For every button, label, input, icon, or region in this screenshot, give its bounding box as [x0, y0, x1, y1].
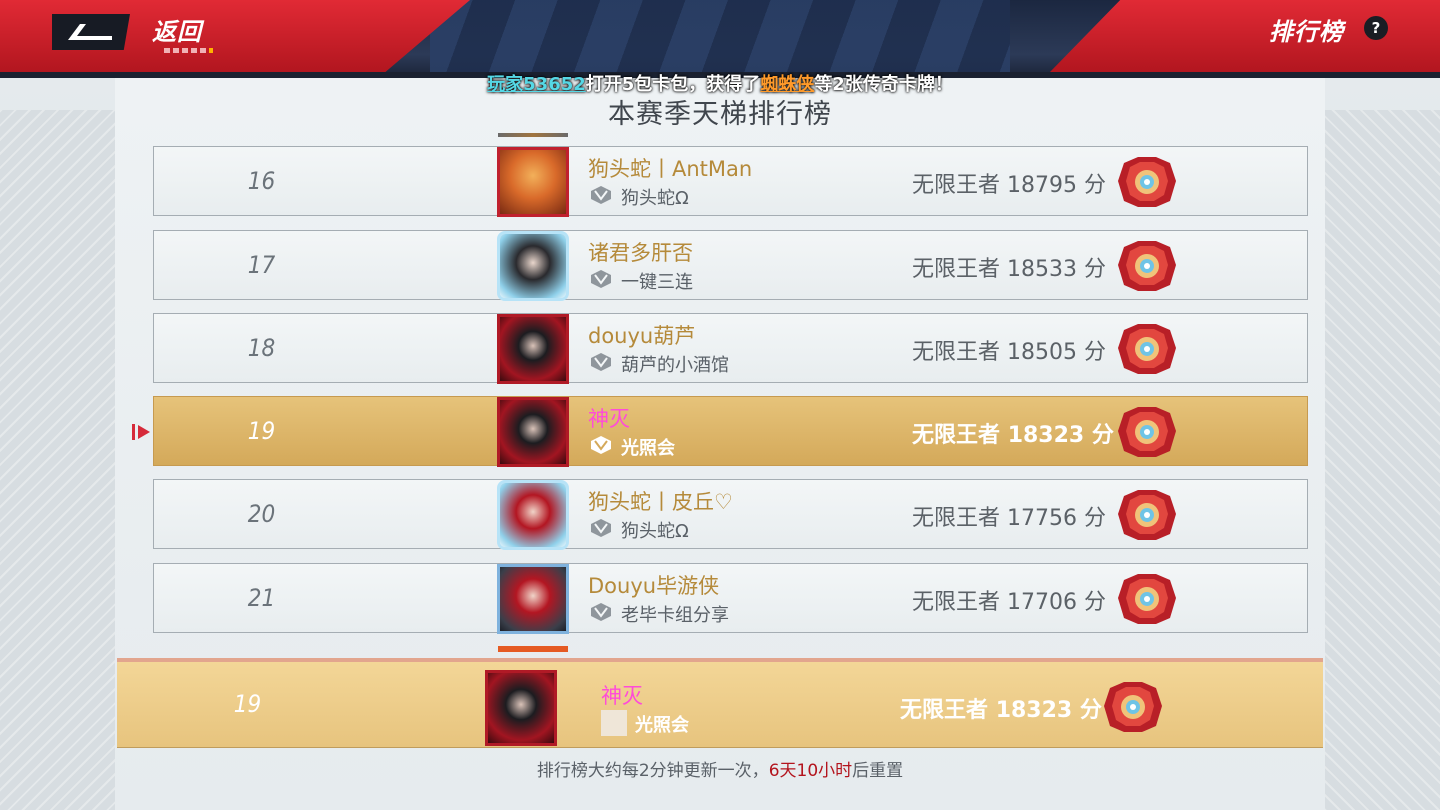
rank-tier: 无限王者 — [912, 173, 1001, 198]
infinite-king-rank-badge-icon — [1118, 407, 1176, 457]
rank-tier-and-score: 无限王者 17706 分 — [912, 584, 1106, 616]
section-title: 本赛季天梯排行榜 — [608, 99, 832, 130]
update-note: 排行榜大约每2分钟更新一次，6天10小时后重置 — [0, 756, 1440, 781]
rank-tier: 无限王者 — [912, 423, 1001, 448]
infinite-king-rank-badge-icon — [1118, 241, 1176, 291]
score-unit: 分 — [1084, 257, 1107, 282]
list-scroll-indicator-top — [498, 133, 568, 137]
leaderboard-row[interactable]: 17 诸君多肝否 一键三连 无限王者 18533 分 — [153, 230, 1308, 301]
player-name: 狗头蛇丨AntMan — [588, 157, 753, 181]
background-panel-right — [1310, 110, 1440, 810]
rank-score: 17756 — [1007, 506, 1078, 531]
rank-number: 17 — [247, 251, 276, 279]
top-bar-stripes — [430, 0, 1010, 72]
guild-name: 老毕卡组分享 — [621, 605, 729, 626]
guild-name: 光照会 — [621, 438, 675, 459]
rank-number: 19 — [247, 417, 276, 445]
player-name: 狗头蛇丨皮丘♡ — [588, 490, 733, 514]
infinite-king-rank-badge-icon — [1104, 682, 1162, 732]
score-unit: 分 — [1079, 698, 1102, 723]
leaderboard-row[interactable]: 21 Douyu毕游侠 老毕卡组分享 无限王者 17706 分 — [153, 563, 1308, 634]
rank-tier-and-score: 无限王者 17756 分 — [912, 500, 1106, 532]
update-note-text-end: 后重置 — [852, 761, 904, 781]
my-rank-number: 19 — [233, 690, 262, 718]
player-avatar[interactable] — [497, 480, 569, 550]
back-label[interactable]: 返回 — [152, 12, 202, 47]
rank-number: 21 — [247, 584, 276, 612]
rank-tier-and-score: 无限王者 18505 分 — [912, 334, 1106, 366]
list-scroll-indicator-bottom — [498, 646, 568, 652]
score-unit: 分 — [1091, 423, 1114, 448]
infinite-king-rank-badge-icon — [1118, 157, 1176, 207]
guild-emblem-icon — [591, 270, 611, 288]
update-note-text: 排行榜大约每2分钟更新一次， — [536, 761, 769, 781]
player-name: douyu葫芦 — [588, 324, 696, 348]
rank-score: 17706 — [1007, 590, 1078, 615]
score-unit: 分 — [1084, 590, 1107, 615]
rank-number: 16 — [247, 167, 276, 195]
player-name: 神灭 — [588, 407, 630, 431]
my-player-name: 神灭 — [601, 684, 643, 708]
player-name: 诸君多肝否 — [588, 241, 693, 265]
back-button[interactable] — [52, 14, 130, 50]
rank-score: 18323 — [995, 698, 1073, 723]
my-rank-bar[interactable]: 19 神灭 光照会 无限王者 18323 分 — [117, 658, 1323, 748]
leaderboard-row-current-player[interactable]: 19 神灭 光照会 无限王者 18323 分 — [153, 396, 1308, 467]
back-progress-dots — [164, 48, 213, 53]
rank-tier: 无限王者 — [912, 506, 1001, 531]
rank-tier: 无限王者 — [912, 590, 1001, 615]
player-name: Douyu毕游侠 — [588, 574, 720, 598]
rank-tier: 无限王者 — [900, 698, 989, 723]
guild-emblem-icon — [591, 519, 611, 537]
infinite-king-rank-badge-icon — [1118, 324, 1176, 374]
top-bar: 返回 排行榜 ? — [0, 0, 1440, 78]
guild-emblem-icon — [591, 353, 611, 371]
back-arrow-icon — [68, 24, 112, 40]
reset-timer: 6天10小时 — [768, 761, 853, 781]
guild-name: 一键三连 — [621, 272, 693, 293]
player-avatar[interactable] — [497, 231, 569, 301]
guild-emblem-icon — [591, 603, 611, 621]
player-avatar[interactable] — [497, 564, 569, 634]
background-panel-left — [0, 110, 115, 810]
rank-tier-and-score: 无限王者 18533 分 — [912, 251, 1106, 283]
score-unit: 分 — [1084, 340, 1107, 365]
rank-score: 18505 — [1007, 340, 1078, 365]
leaderboard-row[interactable]: 20 狗头蛇丨皮丘♡ 狗头蛇Ω 无限王者 17756 分 — [153, 479, 1308, 550]
rank-tier: 无限王者 — [912, 257, 1001, 282]
guild-name: 葫芦的小酒馆 — [621, 355, 729, 376]
rank-tier-and-score: 无限王者 18795 分 — [912, 167, 1106, 199]
guild-emblem-placeholder-icon — [601, 710, 627, 736]
rank-score: 18795 — [1007, 173, 1078, 198]
rank-number: 20 — [247, 500, 276, 528]
rank-number: 18 — [247, 334, 276, 362]
player-avatar[interactable] — [497, 314, 569, 384]
guild-emblem-icon — [591, 186, 611, 204]
leaderboard-row[interactable]: 16 狗头蛇丨AntMan 狗头蛇Ω 无限王者 18795 分 — [153, 146, 1308, 217]
score-unit: 分 — [1084, 506, 1107, 531]
rank-tier: 无限王者 — [912, 340, 1001, 365]
leaderboard-row[interactable]: 18 douyu葫芦 葫芦的小酒馆 无限王者 18505 分 — [153, 313, 1308, 384]
infinite-king-rank-badge-icon — [1118, 574, 1176, 624]
rank-score: 18533 — [1007, 257, 1078, 282]
my-guild-name: 光照会 — [635, 715, 689, 736]
rank-score: 18323 — [1007, 423, 1085, 448]
my-rank-tier-and-score: 无限王者 18323 分 — [900, 692, 1102, 724]
rank-tier-and-score: 无限王者 18323 分 — [912, 417, 1114, 449]
current-player-marker-icon — [132, 424, 150, 440]
score-unit: 分 — [1084, 173, 1107, 198]
question-icon[interactable]: ? — [1364, 16, 1388, 40]
infinite-king-rank-badge-icon — [1118, 490, 1176, 540]
guild-emblem-icon — [591, 436, 611, 454]
player-avatar[interactable] — [497, 397, 569, 467]
guild-name: 狗头蛇Ω — [621, 521, 689, 542]
my-avatar[interactable] — [485, 670, 557, 746]
page-title: 排行榜 — [1269, 18, 1344, 46]
guild-name: 狗头蛇Ω — [621, 188, 689, 209]
player-avatar[interactable] — [497, 147, 569, 217]
